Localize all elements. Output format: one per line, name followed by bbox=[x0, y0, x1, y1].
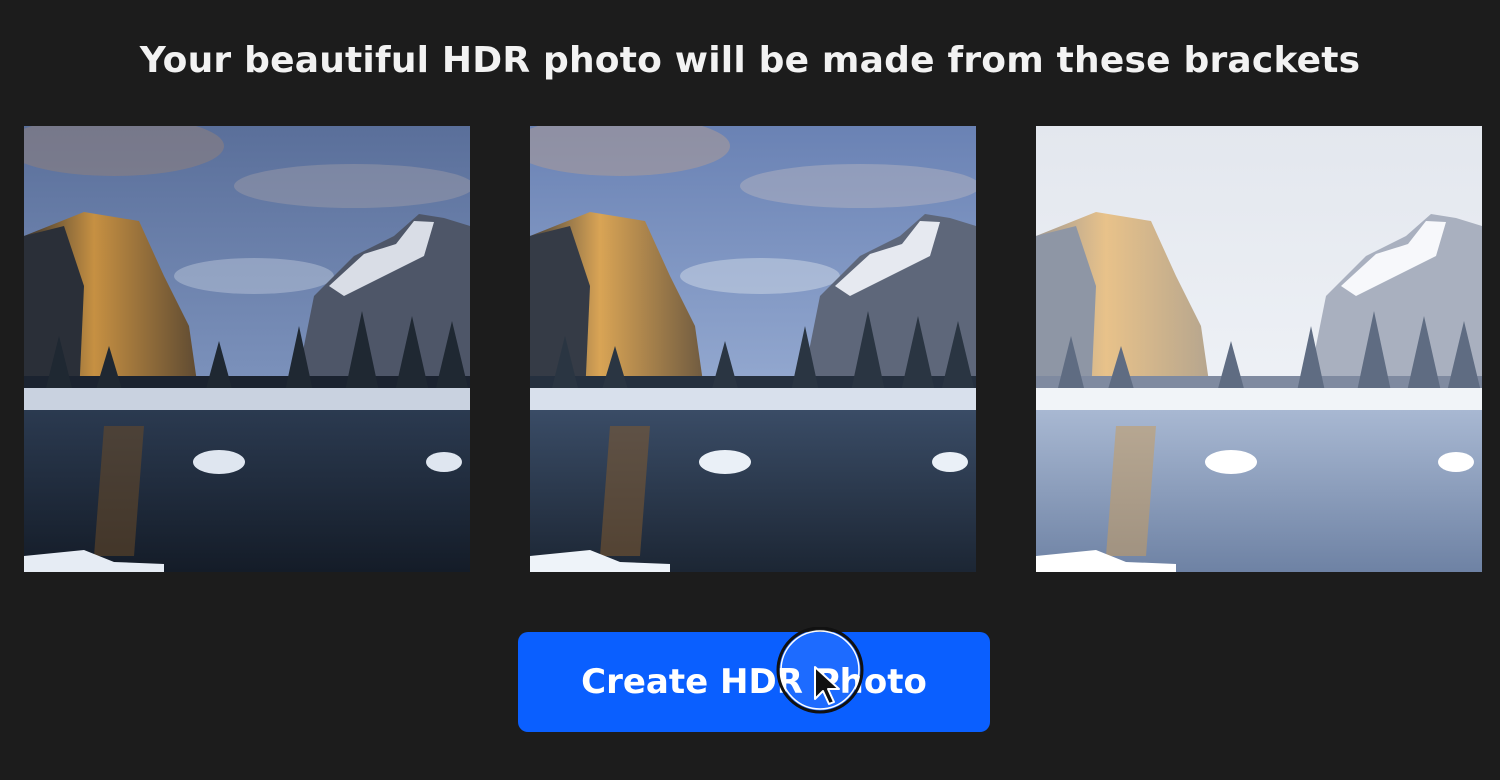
landscape-photo-normal bbox=[530, 126, 976, 572]
bracket-photo-overexposed bbox=[1036, 126, 1482, 572]
bracket-photo-underexposed bbox=[24, 126, 470, 572]
landscape-photo-dark bbox=[24, 126, 470, 572]
landscape-photo-bright bbox=[1036, 126, 1482, 572]
bracket-photo-normal bbox=[530, 126, 976, 572]
create-hdr-photo-button[interactable]: Create HDR Photo bbox=[518, 632, 990, 732]
hdr-bracket-page: Your beautiful HDR photo will be made fr… bbox=[0, 0, 1500, 780]
page-title: Your beautiful HDR photo will be made fr… bbox=[139, 40, 1361, 81]
